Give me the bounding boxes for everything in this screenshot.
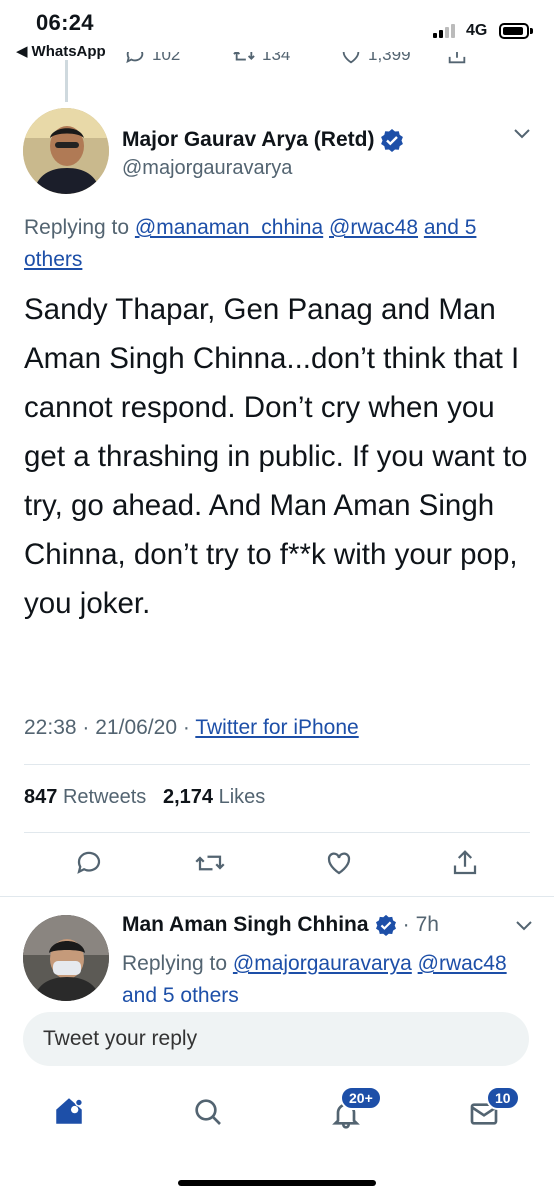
- home-indicator[interactable]: [178, 1180, 376, 1186]
- tweet-time: 22:38: [24, 716, 77, 739]
- more-options-chevron-icon[interactable]: [512, 126, 532, 145]
- reply-mention-link-2[interactable]: @rwac48: [418, 952, 507, 975]
- prev-like-count[interactable]: 1,399: [340, 52, 411, 66]
- reply-compose-field[interactable]: Tweet your reply: [23, 1012, 529, 1066]
- retweet-icon: [195, 855, 225, 871]
- reply-more-options-chevron-icon[interactable]: [514, 918, 534, 937]
- mention-link-1[interactable]: @manaman_chhina: [135, 216, 323, 239]
- reply-replying-label: Replying to: [122, 952, 228, 975]
- share-icon: [448, 52, 466, 64]
- reply-replying-to: Replying to @majorgauravarya @rwac48 and…: [122, 948, 532, 1002]
- tweet-source-link[interactable]: Twitter for iPhone: [195, 716, 358, 739]
- signal-icon: [433, 24, 455, 38]
- likes-count: 2,174: [162, 786, 214, 808]
- likes-stat[interactable]: 2,174 Likes: [163, 786, 265, 808]
- tweet-text: Sandy Thapar, Gen Panag and Man Aman Sin…: [24, 293, 528, 620]
- tweet-date: 21/06/20: [95, 716, 177, 739]
- likes-label: Likes: [218, 786, 266, 808]
- reply-icon: [77, 851, 101, 874]
- thread-line: [65, 60, 68, 102]
- home-icon: [56, 1098, 84, 1124]
- meta-separator: ·: [182, 716, 190, 739]
- messages-badge: 10: [486, 1086, 520, 1110]
- tweet-stats: 847 Retweets 2,174 Likes: [24, 786, 265, 809]
- reply-mention-link-1[interactable]: @majorgauravarya: [233, 952, 412, 975]
- mention-link-2[interactable]: @rwac48: [329, 216, 418, 239]
- reply-author-name: Man Aman Singh Chhina: [122, 913, 369, 936]
- reply-age: 7h: [415, 913, 439, 936]
- tab-home[interactable]: [52, 1094, 86, 1133]
- author-avatar[interactable]: [23, 108, 109, 194]
- prev-like-count-label: 1,399: [368, 52, 411, 64]
- share-icon: [453, 850, 477, 875]
- tweet-meta: 22:38 · 21/06/20 · Twitter for iPhone: [24, 716, 359, 740]
- search-icon: [195, 1099, 221, 1125]
- previous-tweet-actions: 102 134 1,399: [0, 52, 554, 76]
- prev-retweet-count[interactable]: 134: [232, 52, 290, 66]
- retweets-stat[interactable]: 847 Retweets: [24, 786, 146, 808]
- divider: [24, 764, 530, 765]
- reply-mention-others-link[interactable]: and 5 others: [122, 984, 239, 1002]
- retweets-label: Retweets: [62, 786, 147, 808]
- heart-icon: [342, 52, 360, 64]
- like-button[interactable]: [324, 848, 354, 883]
- network-type: 4G: [466, 22, 488, 39]
- reply-author-row[interactable]: Man Aman Singh Chhina · 7h: [122, 913, 439, 937]
- notifications-badge: 20+: [340, 1086, 382, 1110]
- retweets-count: 847: [24, 786, 58, 808]
- tab-notifications[interactable]: 20+: [330, 1086, 382, 1135]
- tab-messages[interactable]: 10: [468, 1086, 520, 1135]
- verified-badge-icon: [381, 129, 404, 152]
- reply-author-avatar[interactable]: [23, 915, 109, 1001]
- tab-search[interactable]: [192, 1096, 224, 1133]
- retweet-icon: [233, 52, 255, 61]
- meta-separator: ·: [82, 716, 90, 739]
- reply-time-separator: ·: [402, 913, 410, 936]
- replying-to-label: Replying to: [24, 216, 130, 239]
- prev-reply-count-label: 102: [152, 52, 181, 64]
- tweet-actions: [0, 848, 554, 888]
- reply-icon: [126, 52, 144, 64]
- compose-placeholder: Tweet your reply: [43, 1027, 198, 1050]
- author-handle: @majorgauravarya: [122, 157, 293, 179]
- author-name-row[interactable]: Major Gaurav Arya (Retd): [122, 128, 404, 152]
- prev-retweet-count-label: 134: [262, 52, 291, 64]
- share-button[interactable]: [450, 848, 480, 883]
- prev-share-button[interactable]: [446, 52, 468, 66]
- divider: [0, 896, 554, 897]
- prev-reply-count[interactable]: 102: [124, 52, 180, 66]
- verified-badge-icon: [375, 914, 396, 936]
- reply-button[interactable]: [74, 848, 104, 883]
- battery-icon: [499, 23, 533, 39]
- heart-icon: [327, 852, 351, 875]
- replying-to-line: Replying to @manaman_chhina @rwac48 and …: [24, 212, 524, 276]
- status-time: 06:24: [36, 10, 94, 35]
- divider: [24, 832, 530, 833]
- retweet-button[interactable]: [194, 848, 226, 883]
- author-name: Major Gaurav Arya (Retd): [122, 128, 375, 151]
